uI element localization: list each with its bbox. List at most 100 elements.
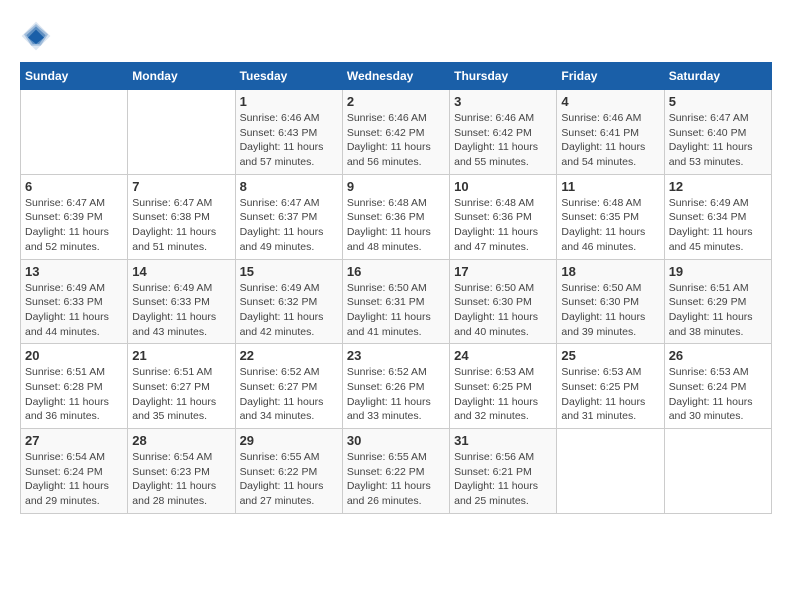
day-number: 13 xyxy=(25,264,123,279)
calendar-header: SundayMondayTuesdayWednesdayThursdayFrid… xyxy=(21,63,772,90)
day-info: Sunrise: 6:49 AM Sunset: 6:33 PM Dayligh… xyxy=(132,281,230,340)
header-cell-sunday: Sunday xyxy=(21,63,128,90)
week-row-2: 6Sunrise: 6:47 AM Sunset: 6:39 PM Daylig… xyxy=(21,174,772,259)
calendar-body: 1 Sunrise: 6:46 AM Sunset: 6:43 PM Daylig… xyxy=(21,90,772,514)
calendar-cell: 28 Sunrise: 6:54 AM Sunset: 6:23 PM Dayli… xyxy=(128,429,235,514)
day-number: 4 xyxy=(561,94,659,109)
header-cell-friday: Friday xyxy=(557,63,664,90)
calendar-cell: 6Sunrise: 6:47 AM Sunset: 6:39 PM Daylig… xyxy=(21,174,128,259)
logo-icon xyxy=(20,20,52,52)
day-info: Sunrise: 6:55 AM Sunset: 6:22 PM Dayligh… xyxy=(240,450,338,509)
calendar-cell: 4Sunrise: 6:46 AM Sunset: 6:41 PM Daylig… xyxy=(557,90,664,175)
day-number: 20 xyxy=(25,348,123,363)
day-info: Sunrise: 6:47 AM Sunset: 6:37 PM Dayligh… xyxy=(240,196,338,255)
day-number: 26 xyxy=(669,348,767,363)
logo xyxy=(20,20,56,52)
day-info: Sunrise: 6:54 AM Sunset: 6:23 PM Dayligh… xyxy=(132,450,230,509)
day-number: 5 xyxy=(669,94,767,109)
calendar-cell: 22 Sunrise: 6:52 AM Sunset: 6:27 PM Dayli… xyxy=(235,344,342,429)
day-number: 8 xyxy=(240,179,338,194)
header-cell-thursday: Thursday xyxy=(450,63,557,90)
header-cell-saturday: Saturday xyxy=(664,63,771,90)
calendar-cell: 30Sunrise: 6:55 AM Sunset: 6:22 PM Dayli… xyxy=(342,429,449,514)
calendar-cell: 23 Sunrise: 6:52 AM Sunset: 6:26 PM Dayli… xyxy=(342,344,449,429)
day-info: Sunrise: 6:48 AM Sunset: 6:35 PM Dayligh… xyxy=(561,196,659,255)
calendar-cell xyxy=(128,90,235,175)
day-info: Sunrise: 6:55 AM Sunset: 6:22 PM Dayligh… xyxy=(347,450,445,509)
calendar-table: SundayMondayTuesdayWednesdayThursdayFrid… xyxy=(20,62,772,514)
day-info: Sunrise: 6:52 AM Sunset: 6:26 PM Dayligh… xyxy=(347,365,445,424)
calendar-cell: 17 Sunrise: 6:50 AM Sunset: 6:30 PM Dayli… xyxy=(450,259,557,344)
day-number: 2 xyxy=(347,94,445,109)
day-info: Sunrise: 6:53 AM Sunset: 6:25 PM Dayligh… xyxy=(454,365,552,424)
day-info: Sunrise: 6:49 AM Sunset: 6:34 PM Dayligh… xyxy=(669,196,767,255)
calendar-cell: 15Sunrise: 6:49 AM Sunset: 6:32 PM Dayli… xyxy=(235,259,342,344)
day-number: 31 xyxy=(454,433,552,448)
day-number: 11 xyxy=(561,179,659,194)
header-row: SundayMondayTuesdayWednesdayThursdayFrid… xyxy=(21,63,772,90)
calendar-cell: 5 Sunrise: 6:47 AM Sunset: 6:40 PM Daylig… xyxy=(664,90,771,175)
calendar-cell: 25 Sunrise: 6:53 AM Sunset: 6:25 PM Dayli… xyxy=(557,344,664,429)
day-number: 22 xyxy=(240,348,338,363)
day-info: Sunrise: 6:46 AM Sunset: 6:43 PM Dayligh… xyxy=(240,111,338,170)
header-cell-wednesday: Wednesday xyxy=(342,63,449,90)
header-cell-monday: Monday xyxy=(128,63,235,90)
day-info: Sunrise: 6:47 AM Sunset: 6:40 PM Dayligh… xyxy=(669,111,767,170)
calendar-cell: 21Sunrise: 6:51 AM Sunset: 6:27 PM Dayli… xyxy=(128,344,235,429)
week-row-5: 27Sunrise: 6:54 AM Sunset: 6:24 PM Dayli… xyxy=(21,429,772,514)
day-info: Sunrise: 6:56 AM Sunset: 6:21 PM Dayligh… xyxy=(454,450,552,509)
day-info: Sunrise: 6:53 AM Sunset: 6:24 PM Dayligh… xyxy=(669,365,767,424)
day-info: Sunrise: 6:50 AM Sunset: 6:31 PM Dayligh… xyxy=(347,281,445,340)
day-info: Sunrise: 6:50 AM Sunset: 6:30 PM Dayligh… xyxy=(454,281,552,340)
page-header xyxy=(20,20,772,52)
calendar-cell: 26 Sunrise: 6:53 AM Sunset: 6:24 PM Dayli… xyxy=(664,344,771,429)
week-row-3: 13 Sunrise: 6:49 AM Sunset: 6:33 PM Dayli… xyxy=(21,259,772,344)
day-info: Sunrise: 6:48 AM Sunset: 6:36 PM Dayligh… xyxy=(347,196,445,255)
day-number: 3 xyxy=(454,94,552,109)
day-info: Sunrise: 6:52 AM Sunset: 6:27 PM Dayligh… xyxy=(240,365,338,424)
day-number: 21 xyxy=(132,348,230,363)
day-info: Sunrise: 6:47 AM Sunset: 6:38 PM Dayligh… xyxy=(132,196,230,255)
calendar-cell: 16 Sunrise: 6:50 AM Sunset: 6:31 PM Dayli… xyxy=(342,259,449,344)
day-info: Sunrise: 6:51 AM Sunset: 6:28 PM Dayligh… xyxy=(25,365,123,424)
day-number: 29 xyxy=(240,433,338,448)
calendar-cell: 18Sunrise: 6:50 AM Sunset: 6:30 PM Dayli… xyxy=(557,259,664,344)
calendar-cell: 13 Sunrise: 6:49 AM Sunset: 6:33 PM Dayli… xyxy=(21,259,128,344)
day-info: Sunrise: 6:50 AM Sunset: 6:30 PM Dayligh… xyxy=(561,281,659,340)
day-number: 14 xyxy=(132,264,230,279)
day-number: 7 xyxy=(132,179,230,194)
calendar-cell: 10Sunrise: 6:48 AM Sunset: 6:36 PM Dayli… xyxy=(450,174,557,259)
day-info: Sunrise: 6:46 AM Sunset: 6:42 PM Dayligh… xyxy=(347,111,445,170)
day-number: 28 xyxy=(132,433,230,448)
day-number: 16 xyxy=(347,264,445,279)
day-number: 9 xyxy=(347,179,445,194)
calendar-cell: 7 Sunrise: 6:47 AM Sunset: 6:38 PM Daylig… xyxy=(128,174,235,259)
calendar-cell xyxy=(664,429,771,514)
calendar-cell xyxy=(557,429,664,514)
day-number: 24 xyxy=(454,348,552,363)
day-number: 12 xyxy=(669,179,767,194)
day-info: Sunrise: 6:49 AM Sunset: 6:33 PM Dayligh… xyxy=(25,281,123,340)
day-info: Sunrise: 6:49 AM Sunset: 6:32 PM Dayligh… xyxy=(240,281,338,340)
calendar-cell xyxy=(21,90,128,175)
header-cell-tuesday: Tuesday xyxy=(235,63,342,90)
week-row-4: 20 Sunrise: 6:51 AM Sunset: 6:28 PM Dayli… xyxy=(21,344,772,429)
day-info: Sunrise: 6:47 AM Sunset: 6:39 PM Dayligh… xyxy=(25,196,123,255)
day-number: 1 xyxy=(240,94,338,109)
calendar-cell: 19 Sunrise: 6:51 AM Sunset: 6:29 PM Dayli… xyxy=(664,259,771,344)
calendar-cell: 29 Sunrise: 6:55 AM Sunset: 6:22 PM Dayli… xyxy=(235,429,342,514)
day-number: 27 xyxy=(25,433,123,448)
day-info: Sunrise: 6:46 AM Sunset: 6:42 PM Dayligh… xyxy=(454,111,552,170)
day-info: Sunrise: 6:53 AM Sunset: 6:25 PM Dayligh… xyxy=(561,365,659,424)
day-number: 25 xyxy=(561,348,659,363)
day-info: Sunrise: 6:48 AM Sunset: 6:36 PM Dayligh… xyxy=(454,196,552,255)
day-number: 23 xyxy=(347,348,445,363)
calendar-cell: 1 Sunrise: 6:46 AM Sunset: 6:43 PM Daylig… xyxy=(235,90,342,175)
calendar-cell: 11 Sunrise: 6:48 AM Sunset: 6:35 PM Dayli… xyxy=(557,174,664,259)
calendar-cell: 3 Sunrise: 6:46 AM Sunset: 6:42 PM Daylig… xyxy=(450,90,557,175)
calendar-cell: 2 Sunrise: 6:46 AM Sunset: 6:42 PM Daylig… xyxy=(342,90,449,175)
day-info: Sunrise: 6:51 AM Sunset: 6:29 PM Dayligh… xyxy=(669,281,767,340)
day-number: 19 xyxy=(669,264,767,279)
calendar-cell: 31 Sunrise: 6:56 AM Sunset: 6:21 PM Dayli… xyxy=(450,429,557,514)
day-number: 17 xyxy=(454,264,552,279)
